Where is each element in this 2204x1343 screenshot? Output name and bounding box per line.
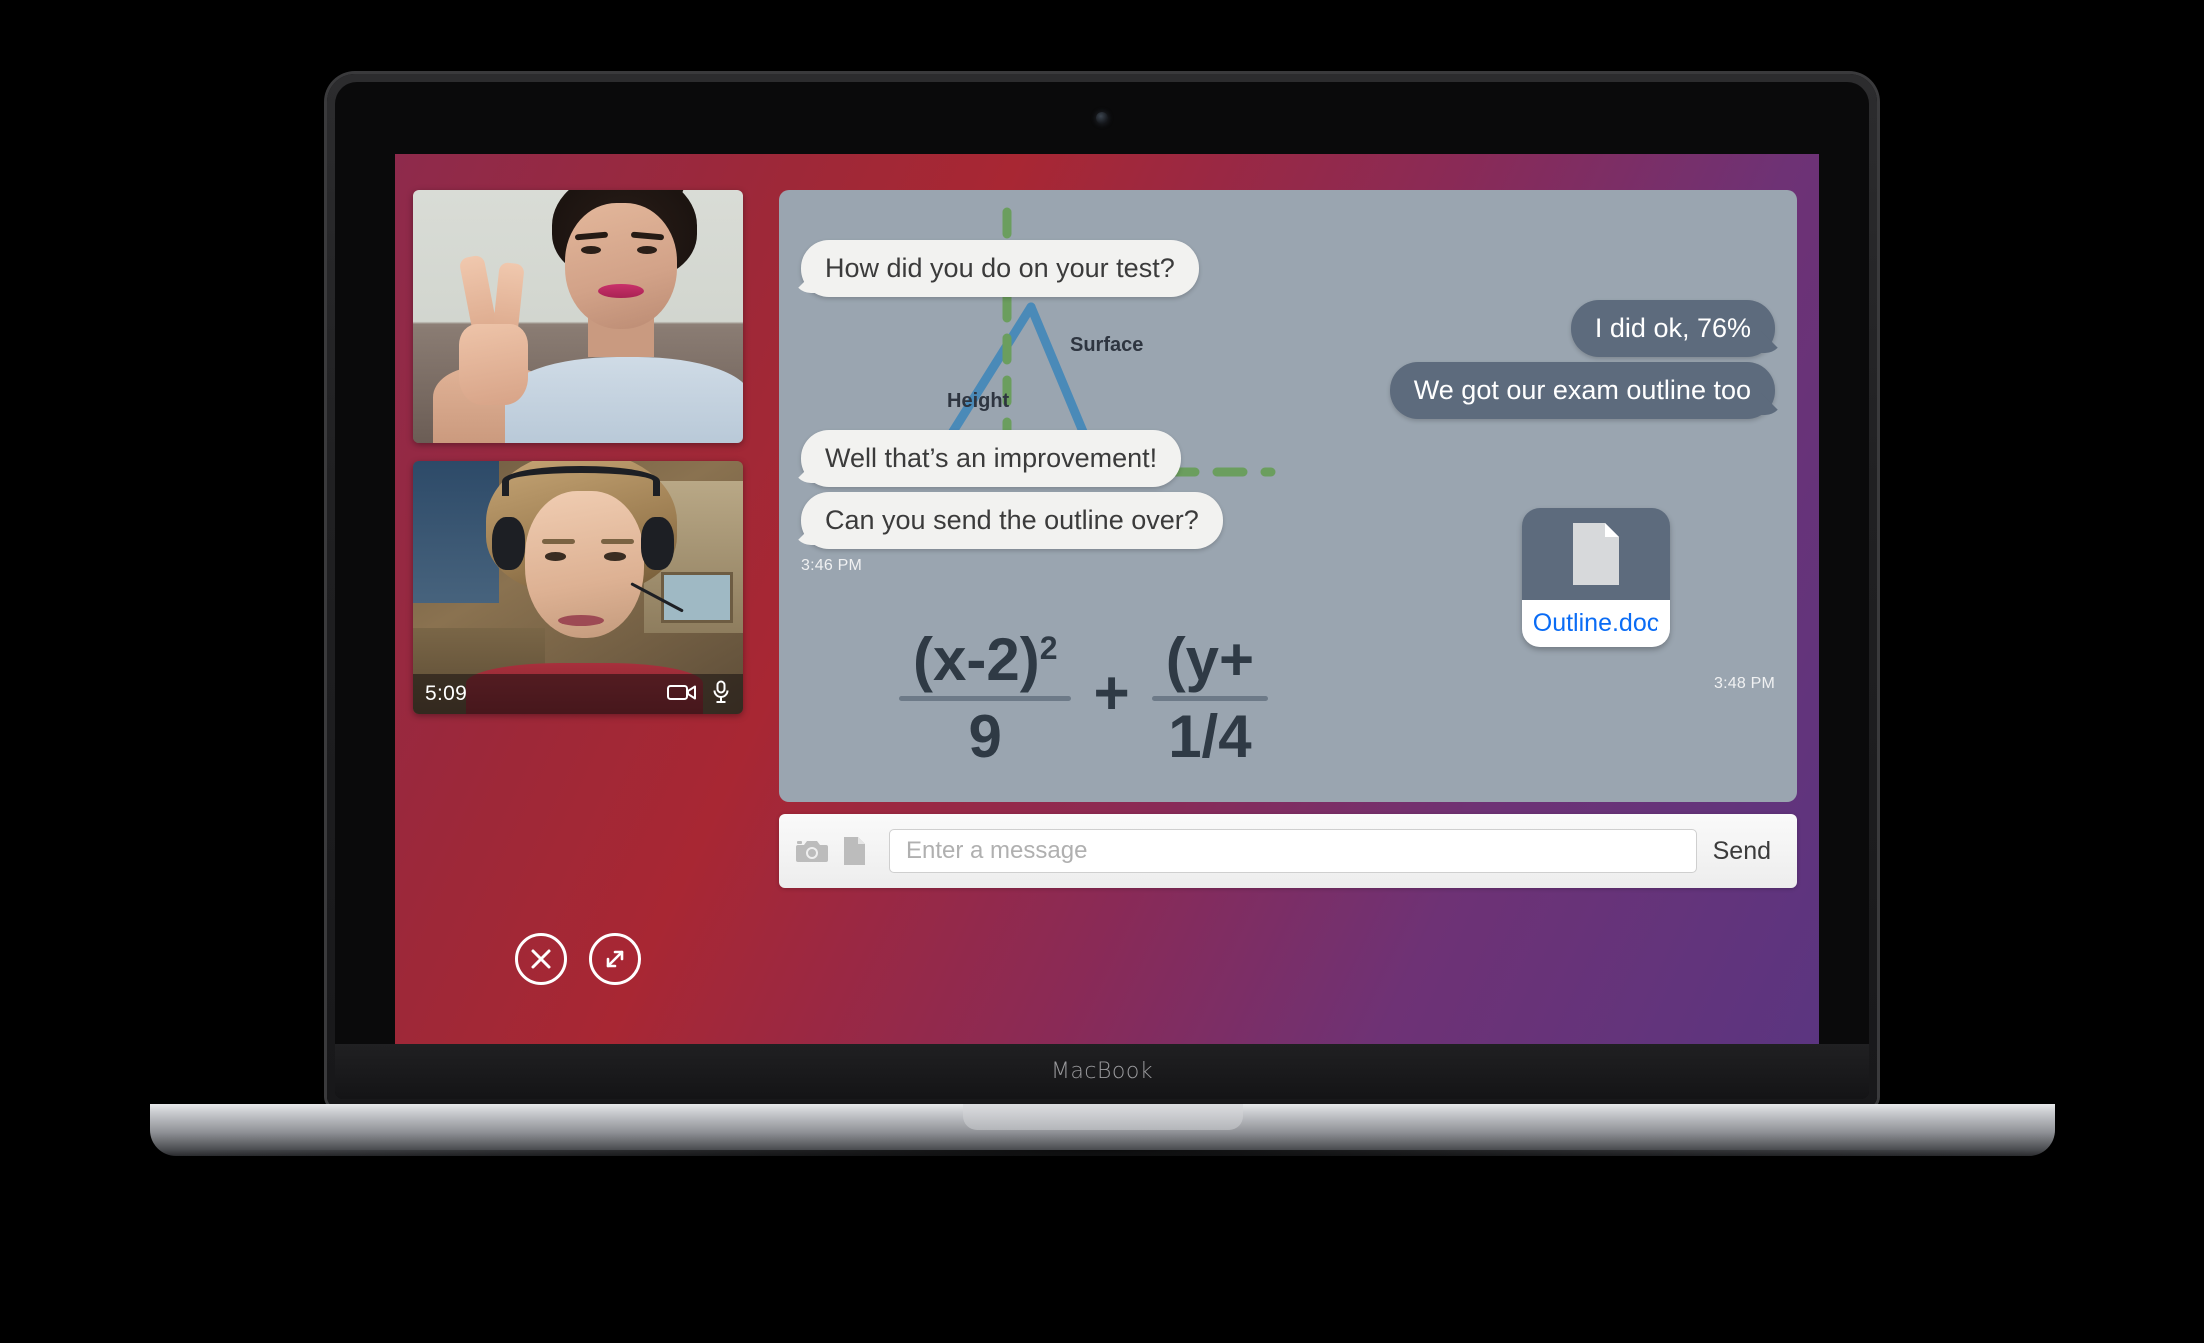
video-camera-icon[interactable]: [667, 682, 697, 707]
participant-1-video[interactable]: [413, 190, 743, 443]
video2-eye-right: [604, 552, 626, 561]
laptop-base: [150, 1104, 2055, 1156]
end-call-button[interactable]: [515, 933, 567, 985]
laptop-lid: 5:09 Height Surface (x-2)2 9 + (y+ 1/4 H…: [327, 74, 1877, 1107]
video1-face: [564, 202, 677, 330]
app-screen: 5:09 Height Surface (x-2)2 9 + (y+ 1/4 H…: [395, 154, 1819, 1044]
message-bubble-incoming[interactable]: Can you send the outline over?: [801, 492, 1223, 550]
brand-label: MacBook: [1050, 1059, 1154, 1084]
video2-picture-frame: [660, 572, 734, 623]
file-attachment-card[interactable]: Outline.doc: [1522, 508, 1670, 647]
document-icon: [844, 837, 865, 865]
message-input-wrapper[interactable]: [889, 829, 1697, 873]
webcam-icon: [1096, 112, 1108, 124]
attach-file-button[interactable]: [837, 834, 871, 868]
video1-shirt: [505, 356, 743, 443]
video1-palm: [459, 324, 529, 406]
message-bubble-outgoing[interactable]: We got our exam outline too: [1389, 362, 1775, 420]
video2-headset-band: [502, 466, 661, 497]
video1-eye-left: [581, 245, 602, 254]
video1-lips: [597, 283, 644, 298]
message-row-5: Can you send the outline over?: [801, 492, 1223, 550]
message-input[interactable]: [904, 836, 1682, 866]
message-bubble-incoming[interactable]: How did you do on your test?: [801, 240, 1199, 298]
message-row-4: Well that’s an improvement!: [801, 430, 1182, 488]
chat-panel[interactable]: Height Surface (x-2)2 9 + (y+ 1/4 How di…: [779, 190, 1797, 802]
attachment-timestamp: 3:48 PM: [1714, 675, 1775, 692]
expand-button[interactable]: [589, 933, 641, 985]
send-button[interactable]: Send: [1703, 837, 1781, 866]
call-controls: [413, 919, 743, 999]
laptop-base-notch: [962, 1104, 1243, 1130]
screenshot-root: 5:09 Height Surface (x-2)2 9 + (y+ 1/4 H…: [0, 0, 2204, 1343]
file-attachment-name[interactable]: Outline.doc: [1522, 600, 1670, 647]
laptop-shadow: [180, 1150, 2025, 1176]
message-row-2: I did ok, 76%: [1570, 300, 1775, 358]
camera-button[interactable]: [795, 834, 829, 868]
laptop-chin: MacBook: [335, 1044, 1869, 1099]
close-x-icon: [531, 949, 551, 969]
microphone-icon[interactable]: [711, 680, 731, 709]
message-row-3: We got our exam outline too: [1389, 362, 1775, 420]
video2-headset-cup-right: [640, 516, 674, 570]
call-status-bar: 5:09: [413, 674, 743, 714]
video-column: 5:09: [413, 190, 743, 714]
video2-eyebrow-left: [541, 539, 575, 544]
video1-eye-right: [637, 245, 658, 254]
video2-eyebrow-right: [601, 539, 635, 544]
message-bubble-outgoing[interactable]: I did ok, 76%: [1570, 300, 1775, 358]
camera-icon: [796, 841, 828, 862]
video2-eye-left: [545, 552, 567, 561]
participant-2-video[interactable]: 5:09: [413, 461, 743, 714]
message-bubble-incoming[interactable]: Well that’s an improvement!: [801, 430, 1182, 488]
video2-headset-cup-left: [492, 516, 526, 570]
call-media-icons: [667, 680, 731, 709]
message-composer: Send: [779, 814, 1797, 888]
file-attachment-preview: [1522, 508, 1670, 600]
call-duration: 5:09: [425, 682, 468, 705]
laptop-bezel: 5:09 Height Surface (x-2)2 9 + (y+ 1/4 H…: [335, 82, 1869, 1099]
message-timestamp: 3:46 PM: [801, 557, 862, 574]
message-row-1: How did you do on your test?: [801, 240, 1199, 298]
document-icon: [1573, 523, 1619, 585]
message-list: How did you do on your test? I did ok, 7…: [779, 190, 1797, 802]
expand-arrows-icon: [606, 950, 624, 968]
